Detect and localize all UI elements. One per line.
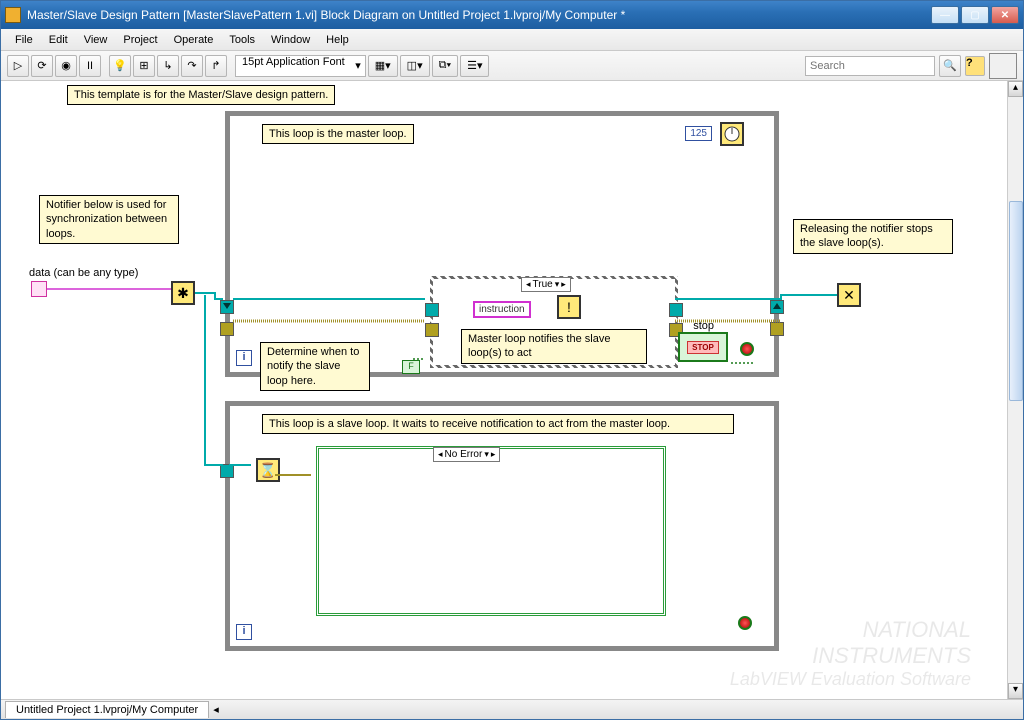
close-button[interactable]: ✕ — [991, 6, 1019, 24]
master-while-loop[interactable]: This loop is the master loop. 125 ◂ True… — [225, 111, 779, 377]
shift-register-right-top[interactable] — [770, 300, 784, 314]
resize-button[interactable]: ⧉▾ — [432, 55, 458, 77]
determine-comment[interactable]: Determine when to notify the slave loop … — [260, 342, 370, 391]
shift-register-right-bottom[interactable] — [770, 322, 784, 336]
menu-file[interactable]: File — [7, 32, 41, 48]
step-into-button[interactable]: ↳ — [157, 55, 179, 77]
help-button[interactable]: ? — [965, 56, 985, 76]
obtain-notifier-node[interactable]: ✱ — [171, 281, 195, 305]
reorder-button[interactable]: ☰▾ — [460, 55, 489, 77]
menu-window[interactable]: Window — [263, 32, 318, 48]
loop-iteration-i-master[interactable]: i — [236, 350, 252, 366]
data-constant[interactable] — [31, 281, 47, 297]
scroll-up-button[interactable]: ▴ — [1008, 81, 1023, 97]
false-constant[interactable]: F — [402, 360, 420, 374]
case-label-no-error: No Error — [445, 449, 483, 460]
search-icon[interactable]: 🔍 — [939, 55, 961, 77]
master-notify-comment[interactable]: Master loop notifies the slave loop(s) t… — [461, 329, 647, 364]
menubar: File Edit View Project Operate Tools Win… — [1, 29, 1023, 51]
master-case-structure[interactable]: ◂ True ▾ ▸ instruction ! Master loop not… — [430, 276, 678, 368]
send-notification-node[interactable]: ! — [557, 295, 581, 319]
status-path-text: Untitled Project 1.lvproj/My Computer — [16, 704, 198, 716]
menu-operate[interactable]: Operate — [166, 32, 222, 48]
shift-register-left-bottom[interactable] — [220, 322, 234, 336]
slave-stop-terminal[interactable] — [738, 616, 752, 630]
metronome-icon — [722, 124, 742, 144]
notifier-comment[interactable]: Notifier below is used for synchronizati… — [39, 195, 179, 244]
toolbar-sep-1 — [103, 55, 107, 77]
minimize-button[interactable]: — — [931, 6, 959, 24]
align-button[interactable]: ▦▾ — [368, 55, 398, 77]
palette-icon[interactable] — [989, 53, 1017, 79]
master-loop-comment[interactable]: This loop is the master loop. — [262, 124, 414, 144]
template-comment[interactable]: This template is for the Master/Slave de… — [67, 85, 335, 105]
case-selector-true[interactable]: ◂ True ▾ ▸ — [521, 277, 571, 292]
instruction-label[interactable]: instruction — [473, 301, 531, 318]
distribute-button[interactable]: ◫▾ — [400, 55, 430, 77]
shift-register-left-top[interactable] — [220, 300, 234, 314]
case-prev-arrow-icon[interactable]: ◂ — [526, 279, 531, 290]
app-icon — [5, 7, 21, 23]
case-selector-no-error[interactable]: ◂ No Error ▾ ▸ — [433, 447, 500, 462]
toolbar: ▷ ⟳ ◉ II 💡 ⊞ ↳ ↷ ↱ 15pt Application Font… — [1, 51, 1023, 81]
release-notifier-node[interactable]: ✕ — [837, 283, 861, 307]
no-error-case-structure[interactable]: ◂ No Error ▾ ▸ — [316, 446, 666, 616]
menu-view[interactable]: View — [76, 32, 116, 48]
slave-loop-comment[interactable]: This loop is a slave loop. It waits to r… — [262, 414, 734, 434]
case-tunnel-notifier-out[interactable] — [669, 303, 683, 317]
case-tunnel-notifier-in[interactable] — [425, 303, 439, 317]
statusbar: Untitled Project 1.lvproj/My Computer ◂ — [1, 699, 1023, 719]
case-dropdown-icon-2[interactable]: ▾ — [484, 449, 489, 460]
case-tunnel-error-in[interactable] — [425, 323, 439, 337]
font-label: 15pt Application Font — [242, 56, 345, 68]
stop-button-node[interactable]: STOP — [678, 332, 728, 362]
retain-wire-button[interactable]: ⊞ — [133, 55, 155, 77]
release-comment[interactable]: Releasing the notifier stops the slave l… — [793, 219, 953, 254]
run-continuous-button[interactable]: ⟳ — [31, 55, 53, 77]
case-label: True — [533, 279, 553, 290]
case-next-arrow-icon[interactable]: ▸ — [561, 279, 566, 290]
block-diagram-canvas[interactable]: This template is for the Master/Slave de… — [1, 81, 1023, 699]
window-title: Master/Slave Design Pattern [MasterSlave… — [27, 8, 929, 22]
abort-button[interactable]: ◉ — [55, 55, 77, 77]
status-nav-left-icon[interactable]: ◂ — [209, 703, 223, 716]
scroll-down-button[interactable]: ▾ — [1008, 683, 1023, 699]
search-input[interactable] — [805, 56, 935, 76]
case-prev-arrow-icon-2[interactable]: ◂ — [438, 449, 443, 460]
highlight-execution-button[interactable]: 💡 — [109, 55, 131, 77]
vertical-scrollbar[interactable]: ▴ ▾ — [1007, 81, 1023, 699]
step-over-button[interactable]: ↷ — [181, 55, 203, 77]
slave-tunnel-notifier[interactable] — [220, 464, 234, 478]
loop-iteration-i-slave[interactable]: i — [236, 624, 252, 640]
step-out-button[interactable]: ↱ — [205, 55, 227, 77]
case-dropdown-icon[interactable]: ▾ — [555, 279, 560, 290]
wait-notification-node[interactable]: ⌛ — [256, 458, 280, 482]
stop-terminal[interactable] — [740, 342, 754, 356]
titlebar: Master/Slave Design Pattern [MasterSlave… — [1, 1, 1023, 29]
watermark-line3: LabVIEW Evaluation Software — [730, 669, 971, 691]
slave-while-loop[interactable]: This loop is a slave loop. It waits to r… — [225, 401, 779, 651]
run-button[interactable]: ▷ — [7, 55, 29, 77]
menu-help[interactable]: Help — [318, 32, 357, 48]
menu-tools[interactable]: Tools — [221, 32, 263, 48]
font-dropdown[interactable]: 15pt Application Font — [235, 55, 366, 77]
status-path-tab[interactable]: Untitled Project 1.lvproj/My Computer — [5, 701, 209, 718]
pause-button[interactable]: II — [79, 55, 101, 77]
maximize-button[interactable]: ▢ — [961, 6, 989, 24]
menu-edit[interactable]: Edit — [41, 32, 76, 48]
stop-inner-label: STOP — [687, 341, 719, 354]
toolbar-sep-2 — [229, 55, 233, 77]
stop-label: stop — [693, 320, 714, 332]
wait-ms-node[interactable] — [720, 122, 744, 146]
wait-ms-constant[interactable]: 125 — [685, 126, 712, 141]
search-box: 🔍 ? — [805, 53, 1017, 79]
data-type-label: data (can be any type) — [29, 267, 138, 279]
scroll-thumb[interactable] — [1009, 201, 1023, 401]
case-next-arrow-icon-2[interactable]: ▸ — [491, 449, 496, 460]
menu-project[interactable]: Project — [115, 32, 165, 48]
